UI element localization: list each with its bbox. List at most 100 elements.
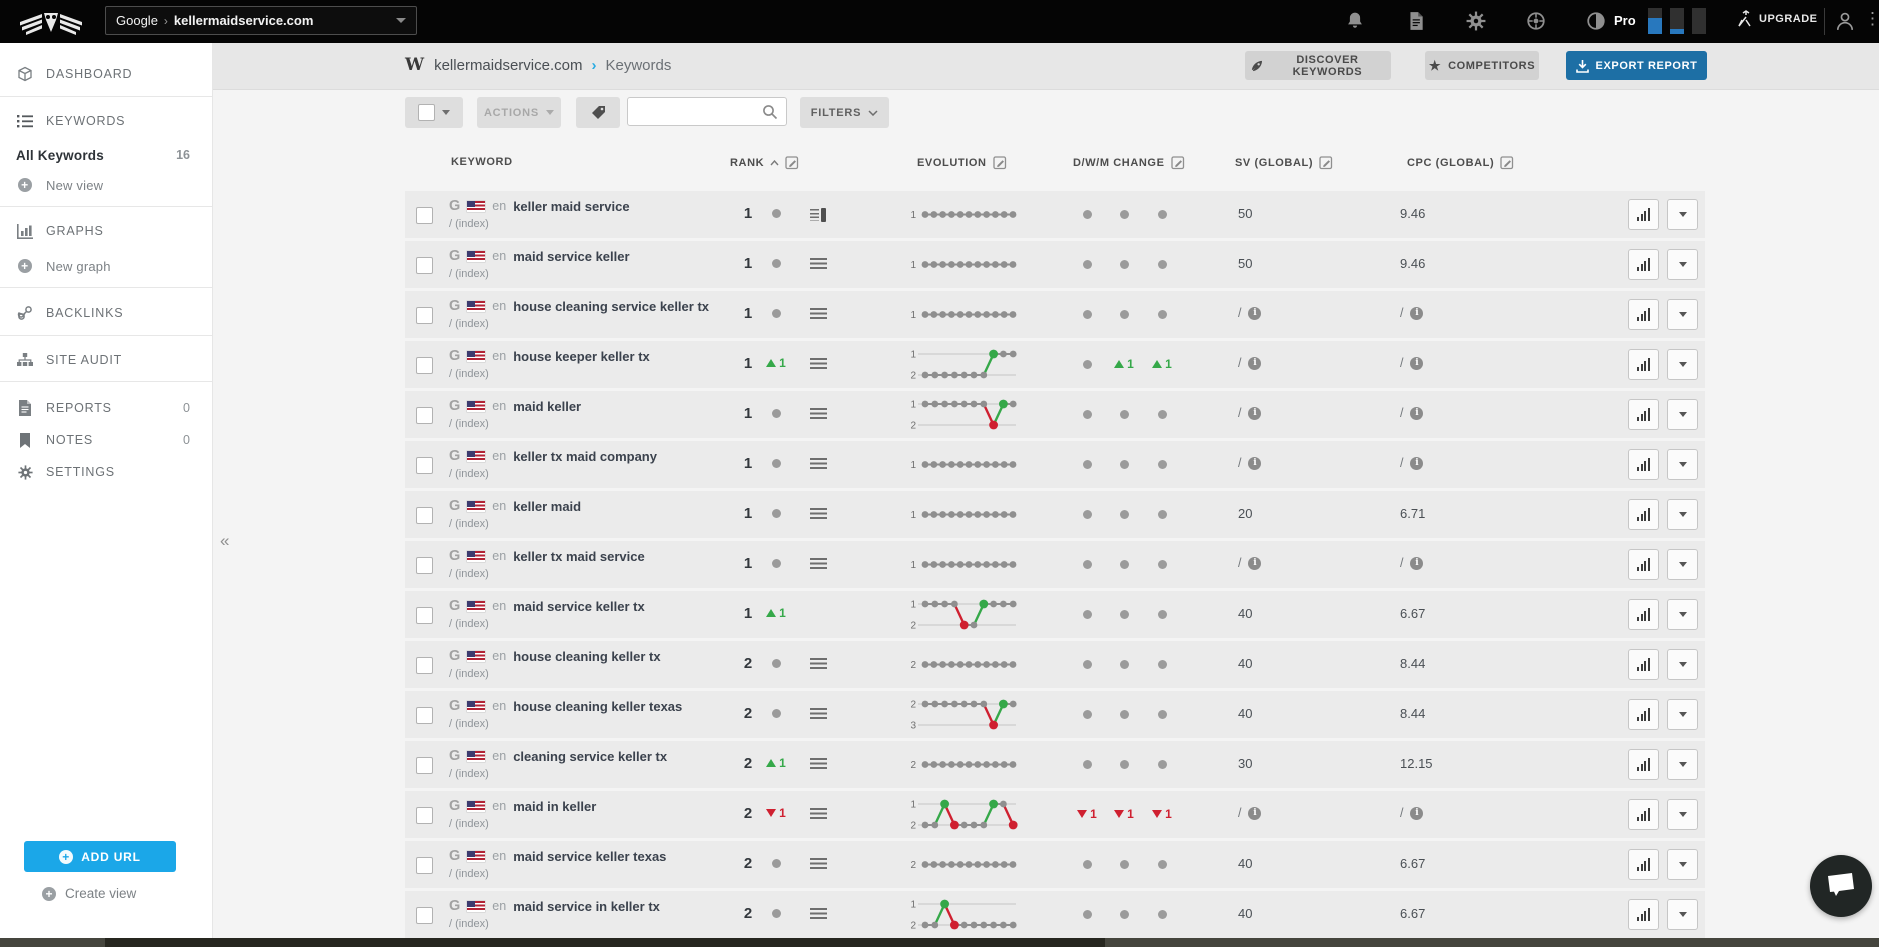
serp-features-icon[interactable]	[810, 658, 827, 672]
keyword-graph-button[interactable]	[1628, 549, 1659, 580]
keyword-link[interactable]: maid service keller tx	[513, 599, 645, 614]
keyword-graph-button[interactable]	[1628, 399, 1659, 430]
row-options-dropdown[interactable]	[1667, 349, 1698, 380]
keyword-link[interactable]: keller maid	[513, 499, 581, 514]
row-options-dropdown[interactable]	[1667, 599, 1698, 630]
search-input[interactable]	[636, 103, 762, 120]
info-icon[interactable]: i	[1410, 456, 1424, 470]
row-checkbox[interactable]	[416, 707, 433, 724]
nightwatch-logo-icon[interactable]	[18, 5, 84, 38]
keyword-graph-button[interactable]	[1628, 199, 1659, 230]
serp-features-icon[interactable]	[810, 208, 827, 222]
row-checkbox[interactable]	[416, 807, 433, 824]
row-checkbox[interactable]	[416, 857, 433, 874]
upgrade-button[interactable]: UPGRADE	[1737, 10, 1818, 28]
info-icon[interactable]: i	[1410, 556, 1424, 570]
info-icon[interactable]: i	[1248, 456, 1262, 470]
row-options-dropdown[interactable]	[1667, 899, 1698, 930]
create-view-button[interactable]: + Create view	[42, 886, 136, 901]
more-menu-dots-icon[interactable]: ⋮	[1864, 9, 1879, 29]
row-checkbox[interactable]	[416, 407, 433, 424]
horizontal-scrollbar[interactable]	[0, 938, 1879, 947]
keyword-link[interactable]: maid service in keller tx	[513, 899, 660, 914]
keyword-link[interactable]: maid service keller texas	[513, 849, 666, 864]
keyword-graph-button[interactable]	[1628, 749, 1659, 780]
info-icon[interactable]: i	[1248, 556, 1262, 570]
serp-features-icon[interactable]	[810, 308, 827, 322]
info-icon[interactable]: i	[1248, 306, 1262, 320]
row-checkbox[interactable]	[416, 257, 433, 274]
serp-features-icon[interactable]	[810, 908, 827, 922]
edit-column-icon[interactable]	[1319, 156, 1333, 170]
settings-gear-icon[interactable]	[1466, 11, 1486, 31]
changelog-document-icon[interactable]	[1406, 11, 1426, 31]
select-all-checkbox[interactable]	[418, 104, 435, 121]
account-person-icon[interactable]	[1835, 11, 1855, 31]
row-options-dropdown[interactable]	[1667, 499, 1698, 530]
keyword-link[interactable]: house cleaning keller texas	[513, 699, 682, 714]
sidebar-item-notes[interactable]: NOTES 0	[0, 427, 212, 453]
row-checkbox[interactable]	[416, 557, 433, 574]
edit-column-icon[interactable]	[1500, 156, 1514, 170]
row-options-dropdown[interactable]	[1667, 399, 1698, 430]
contrast-theme-icon[interactable]	[1586, 11, 1606, 31]
serp-features-icon[interactable]	[810, 858, 827, 872]
info-icon[interactable]: i	[1248, 406, 1262, 420]
keyword-graph-button[interactable]	[1628, 649, 1659, 680]
serp-features-icon[interactable]	[810, 558, 827, 572]
serp-features-icon[interactable]	[810, 508, 827, 522]
keyword-graph-button[interactable]	[1628, 299, 1659, 330]
column-header-dwm-change[interactable]: D/W/M CHANGE	[1073, 156, 1185, 170]
keyword-graph-button[interactable]	[1628, 449, 1659, 480]
serp-features-icon[interactable]	[810, 258, 827, 272]
keyword-graph-button[interactable]	[1628, 849, 1659, 880]
column-header-keyword[interactable]: KEYWORD	[451, 156, 513, 168]
row-options-dropdown[interactable]	[1667, 549, 1698, 580]
keyword-graph-button[interactable]	[1628, 599, 1659, 630]
keyword-graph-button[interactable]	[1628, 499, 1659, 530]
chat-widget-button[interactable]	[1810, 855, 1872, 917]
column-header-sv-global[interactable]: SV (GLOBAL)	[1235, 156, 1333, 170]
tags-button[interactable]	[576, 97, 620, 128]
serp-features-icon[interactable]	[810, 808, 827, 822]
keyword-link[interactable]: house keeper keller tx	[513, 349, 650, 364]
sidebar-collapse-toggle[interactable]: «	[220, 531, 229, 551]
keyword-graph-button[interactable]	[1628, 699, 1659, 730]
scrollbar-thumb[interactable]	[105, 938, 1105, 947]
keyword-link[interactable]: keller tx maid service	[513, 549, 645, 564]
keyword-graph-button[interactable]	[1628, 899, 1659, 930]
info-icon[interactable]: i	[1410, 356, 1424, 370]
sidebar-item-settings[interactable]: SETTINGS	[0, 459, 212, 485]
site-selector-dropdown[interactable]: Google › kellermaidservice.com	[105, 6, 417, 35]
info-icon[interactable]: i	[1410, 806, 1424, 820]
row-checkbox[interactable]	[416, 607, 433, 624]
row-options-dropdown[interactable]	[1667, 699, 1698, 730]
row-checkbox[interactable]	[416, 907, 433, 924]
keyword-graph-button[interactable]	[1628, 799, 1659, 830]
sidebar-item-backlinks[interactable]: BACKLINKS	[0, 300, 212, 326]
keyword-link[interactable]: keller maid service	[513, 199, 629, 214]
serp-features-icon[interactable]	[810, 458, 827, 472]
edit-column-icon[interactable]	[992, 156, 1007, 170]
help-wheel-icon[interactable]	[1526, 11, 1546, 31]
info-icon[interactable]: i	[1248, 356, 1262, 370]
row-options-dropdown[interactable]	[1667, 249, 1698, 280]
sidebar-item-dashboard[interactable]: DASHBOARD	[0, 61, 212, 87]
keyword-link[interactable]: maid service keller	[513, 249, 629, 264]
row-checkbox[interactable]	[416, 507, 433, 524]
column-header-cpc-global[interactable]: CPC (GLOBAL)	[1407, 156, 1514, 170]
edit-column-icon[interactable]	[785, 156, 799, 170]
info-icon[interactable]: i	[1410, 306, 1424, 320]
serp-features-icon[interactable]	[810, 358, 827, 372]
row-checkbox[interactable]	[416, 307, 433, 324]
serp-features-icon[interactable]	[810, 758, 827, 772]
row-checkbox[interactable]	[416, 207, 433, 224]
row-options-dropdown[interactable]	[1667, 199, 1698, 230]
keyword-link[interactable]: maid in keller	[513, 799, 596, 814]
row-options-dropdown[interactable]	[1667, 799, 1698, 830]
sidebar-item-keywords[interactable]: KEYWORDS	[0, 108, 212, 134]
keyword-graph-button[interactable]	[1628, 249, 1659, 280]
sidebar-item-all-keywords[interactable]: All Keywords 16	[0, 142, 212, 168]
select-all-dropdown[interactable]	[405, 97, 463, 128]
export-report-button[interactable]: EXPORT REPORT	[1566, 51, 1707, 80]
